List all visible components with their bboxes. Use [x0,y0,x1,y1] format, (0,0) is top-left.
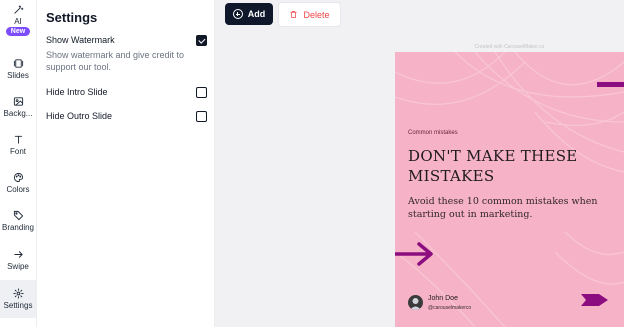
sidebar-item-label: Font [9,147,26,156]
sidebar-item-settings[interactable]: Settings [0,280,36,318]
author-handle: @carouselmakerco [428,305,472,311]
palette-icon [13,172,23,183]
new-badge: New [5,27,31,36]
sidebar-item-label: Swipe [7,262,29,271]
sidebar-item-background[interactable]: Backg... [0,96,36,118]
sidebar-item-label: Slides [7,71,29,80]
show-watermark-label: Show Watermark [46,35,115,45]
delete-button-label: Delete [303,9,330,20]
arrow-right-icon [395,242,433,266]
panel-title: Settings [46,10,98,25]
trash-icon [290,11,297,18]
sidebar-item-label: Backg... [3,109,33,118]
hide-outro-slide-label: Hide Outro Slide [46,111,113,121]
slide-headline: DON'T MAKE THESE MISTAKES [408,147,578,185]
slides-icon [13,59,23,68]
author-name: John Doe [428,295,458,302]
show-watermark-description: Show watermark and give credit to suppor… [46,50,185,72]
slide-subtitle: Avoid these 10 common mistakes when star… [408,196,598,220]
slide-tag: Common mistakes [408,130,458,136]
sidebar-item-label: Settings [3,301,33,310]
tag-icon [13,210,23,221]
add-button-label: Add [247,9,266,19]
sidebar-item-font[interactable]: Font [0,134,36,156]
delete-button[interactable]: Delete [278,2,341,27]
sidebar-item-swipe[interactable]: Swipe [0,249,36,271]
magic-wand-icon [13,5,23,14]
icon-rail: AI New Slides Backg... Font Colors Brand… [0,0,37,327]
show-watermark-checkbox[interactable] [196,35,207,46]
add-icon [232,9,243,19]
accent-bar [597,82,624,87]
gear-icon [12,288,24,299]
sidebar-item-label: Colors [6,185,30,194]
image-icon [13,97,23,106]
sidebar-item-colors[interactable]: Colors [0,172,36,194]
sidebar-item-label: AI [14,17,22,26]
arrow-right-icon [13,251,23,258]
hide-intro-slide-label: Hide Intro Slide [46,87,108,97]
leaf-background-graphic [395,52,624,327]
sidebar-item-ai[interactable]: AI New [0,4,36,36]
hide-intro-slide-checkbox[interactable] [196,87,207,98]
watermark-text: Created with CarouselMaker.co [474,44,545,50]
sidebar-item-slides[interactable]: Slides [0,58,36,80]
settings-panel: Settings Show Watermark Show watermark a… [37,0,215,327]
text-icon [14,135,22,144]
slide-preview[interactable]: Common mistakes DON'T MAKE THESE MISTAKE… [395,52,624,327]
sidebar-item-label: Branding [1,223,35,232]
sidebar-item-branding[interactable]: Branding [0,210,36,232]
hide-outro-slide-checkbox[interactable] [196,111,207,122]
canvas-area: Add Delete Created with CarouselMaker.co… [215,0,624,327]
add-button[interactable]: Add [225,3,273,25]
avatar [408,295,423,310]
next-arrow-icon [581,294,608,306]
